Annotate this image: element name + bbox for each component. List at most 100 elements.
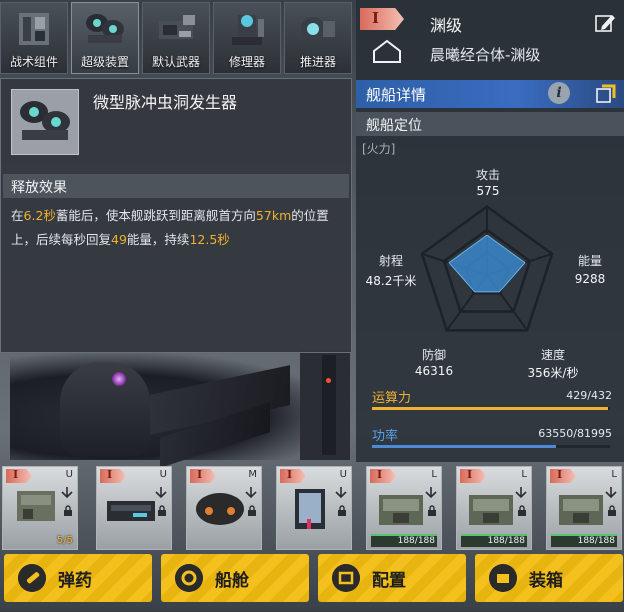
hangar-module-icon bbox=[107, 501, 155, 521]
turret-module-icon bbox=[559, 495, 603, 525]
radar-value-area bbox=[448, 234, 526, 293]
stat-label-range: 射程 bbox=[378, 254, 403, 268]
lock-icon bbox=[248, 505, 256, 516]
item-title: 微型脉冲虫洞发生器 bbox=[93, 93, 238, 112]
slot-count: 5/5 bbox=[56, 535, 73, 546]
cabin-icon bbox=[175, 564, 203, 592]
repair-device-icon bbox=[232, 15, 264, 45]
equipment-slot[interactable]: I U 5/5 bbox=[2, 466, 78, 550]
slot-size: U bbox=[339, 469, 347, 480]
desc-highlight: 6.2秒 bbox=[23, 208, 56, 223]
effect-description: 在6.2秒蓄能后，使本舰跳跃到距离舰首方向57km的位置上，后续每秒回复49能量… bbox=[11, 204, 347, 252]
slot-size: U bbox=[65, 469, 73, 480]
slot-rank: I bbox=[287, 468, 293, 481]
equipment-slot[interactable]: I L 188/188 bbox=[366, 466, 442, 550]
item-thumbnail bbox=[11, 89, 79, 155]
warning-light bbox=[326, 378, 331, 383]
info-icon[interactable]: i bbox=[548, 82, 570, 104]
desc-highlight: 49 bbox=[111, 232, 127, 247]
equipment-slot[interactable]: I U bbox=[276, 466, 352, 550]
ship-class: 渊级 bbox=[430, 16, 463, 35]
tab-label: 默认武器 bbox=[151, 55, 200, 69]
lock-icon bbox=[64, 505, 72, 516]
compute-value: 429/432 bbox=[566, 389, 612, 402]
tab-label: 战术组件 bbox=[9, 55, 58, 69]
cannon-module-icon bbox=[17, 491, 55, 521]
effect-section-header: 释放效果 bbox=[3, 174, 349, 198]
home-icon[interactable] bbox=[366, 36, 408, 66]
slot-size: L bbox=[521, 469, 527, 480]
tab-thruster[interactable]: 推进器 bbox=[284, 2, 352, 74]
compute-bar-fill bbox=[372, 407, 609, 410]
ship-position-title: 舰船定位 bbox=[366, 118, 422, 134]
desc-text: 在 bbox=[11, 208, 24, 223]
stat-label-attack: 攻击 bbox=[475, 168, 500, 182]
equipment-slot[interactable]: I U bbox=[96, 466, 172, 550]
config-button[interactable]: 配置 bbox=[318, 554, 466, 602]
tab-super-device[interactable]: 超级装置 bbox=[71, 2, 139, 74]
wormhole-generator-icon bbox=[20, 101, 70, 140]
rank-badge: I bbox=[360, 8, 404, 30]
desc-highlight: 57km bbox=[255, 208, 292, 223]
tab-tactical[interactable]: 战术组件 bbox=[0, 2, 68, 74]
power-label: 功率 bbox=[372, 429, 399, 444]
stat-value-speed: 356米/秒 bbox=[527, 366, 579, 380]
tab-label: 超级装置 bbox=[80, 55, 129, 69]
tab-repair[interactable]: 修理器 bbox=[213, 2, 281, 74]
ship-details-header: 舰船详情 bbox=[356, 80, 624, 108]
default-weapon-icon bbox=[159, 15, 195, 39]
desc-text: 蓄能后，使本舰跳跃到距离舰首方向 bbox=[55, 208, 256, 223]
equipment-tabs: 战术组件 超级装置 默认武器 修理器 推进器 bbox=[0, 0, 355, 76]
slot-size: L bbox=[431, 469, 437, 480]
tab-label: 修理器 bbox=[228, 55, 265, 69]
dock-pillar-inner bbox=[322, 355, 336, 455]
slot-rank: I bbox=[13, 468, 19, 481]
equipment-slot[interactable]: I M bbox=[186, 466, 262, 550]
desc-highlight: 12.5秒 bbox=[189, 232, 230, 247]
window-toggle-icon[interactable] bbox=[596, 84, 616, 104]
equipment-slot[interactable]: I L 188/188 bbox=[546, 466, 622, 550]
edit-icon[interactable] bbox=[594, 12, 616, 34]
stat-label-speed: 速度 bbox=[540, 348, 565, 362]
lock-icon bbox=[428, 505, 436, 516]
engine-module-icon bbox=[196, 493, 244, 525]
box-label: 装箱 bbox=[529, 571, 563, 591]
stat-value-energy: 9288 bbox=[574, 272, 606, 286]
slot-durability: 188/188 bbox=[371, 534, 437, 547]
compute-bar bbox=[372, 407, 610, 410]
lock-icon bbox=[518, 505, 526, 516]
item-tooltip: 微型脉冲虫洞发生器 释放效果 在6.2秒蓄能后，使本舰跳跃到距离舰首方向57km… bbox=[0, 78, 352, 353]
equipment-slot[interactable]: I L 188/188 bbox=[456, 466, 532, 550]
stat-value-defense: 46316 bbox=[414, 364, 454, 378]
stat-value-attack: 575 bbox=[476, 184, 500, 198]
ship-name: 晨曦经合体-渊级 bbox=[430, 46, 541, 64]
super-device-icon bbox=[86, 14, 124, 43]
rank-text: I bbox=[372, 9, 380, 27]
stat-label-defense: 防御 bbox=[421, 348, 446, 362]
desc-text: 能量，持续 bbox=[126, 232, 190, 247]
slot-durability: 188/188 bbox=[461, 534, 527, 547]
slot-rank: I bbox=[197, 468, 203, 481]
stat-label-energy: 能量 bbox=[577, 254, 602, 268]
ship-position-header: 舰船定位 bbox=[356, 112, 624, 136]
ammo-button[interactable]: 弹药 bbox=[4, 554, 152, 602]
ammo-icon bbox=[18, 564, 46, 592]
tab-default-weapon[interactable]: 默认武器 bbox=[142, 2, 210, 74]
slot-rank: I bbox=[557, 468, 563, 481]
lock-icon bbox=[608, 505, 616, 516]
lock-icon bbox=[338, 505, 346, 516]
compute-label: 运算力 bbox=[372, 391, 412, 406]
tab-label: 推进器 bbox=[299, 55, 336, 69]
config-label: 配置 bbox=[372, 571, 406, 591]
box-button[interactable]: 装箱 bbox=[475, 554, 623, 602]
stat-value-range: 48.2千米 bbox=[365, 274, 417, 288]
tactical-component-icon bbox=[19, 13, 49, 45]
config-icon bbox=[332, 564, 360, 592]
special-module-icon bbox=[295, 489, 325, 529]
box-icon bbox=[489, 564, 517, 592]
power-bar bbox=[372, 445, 610, 448]
lock-icon bbox=[158, 505, 166, 516]
slot-rank: I bbox=[377, 468, 383, 481]
cabin-button[interactable]: 船舱 bbox=[161, 554, 309, 602]
slot-size: M bbox=[248, 469, 257, 480]
